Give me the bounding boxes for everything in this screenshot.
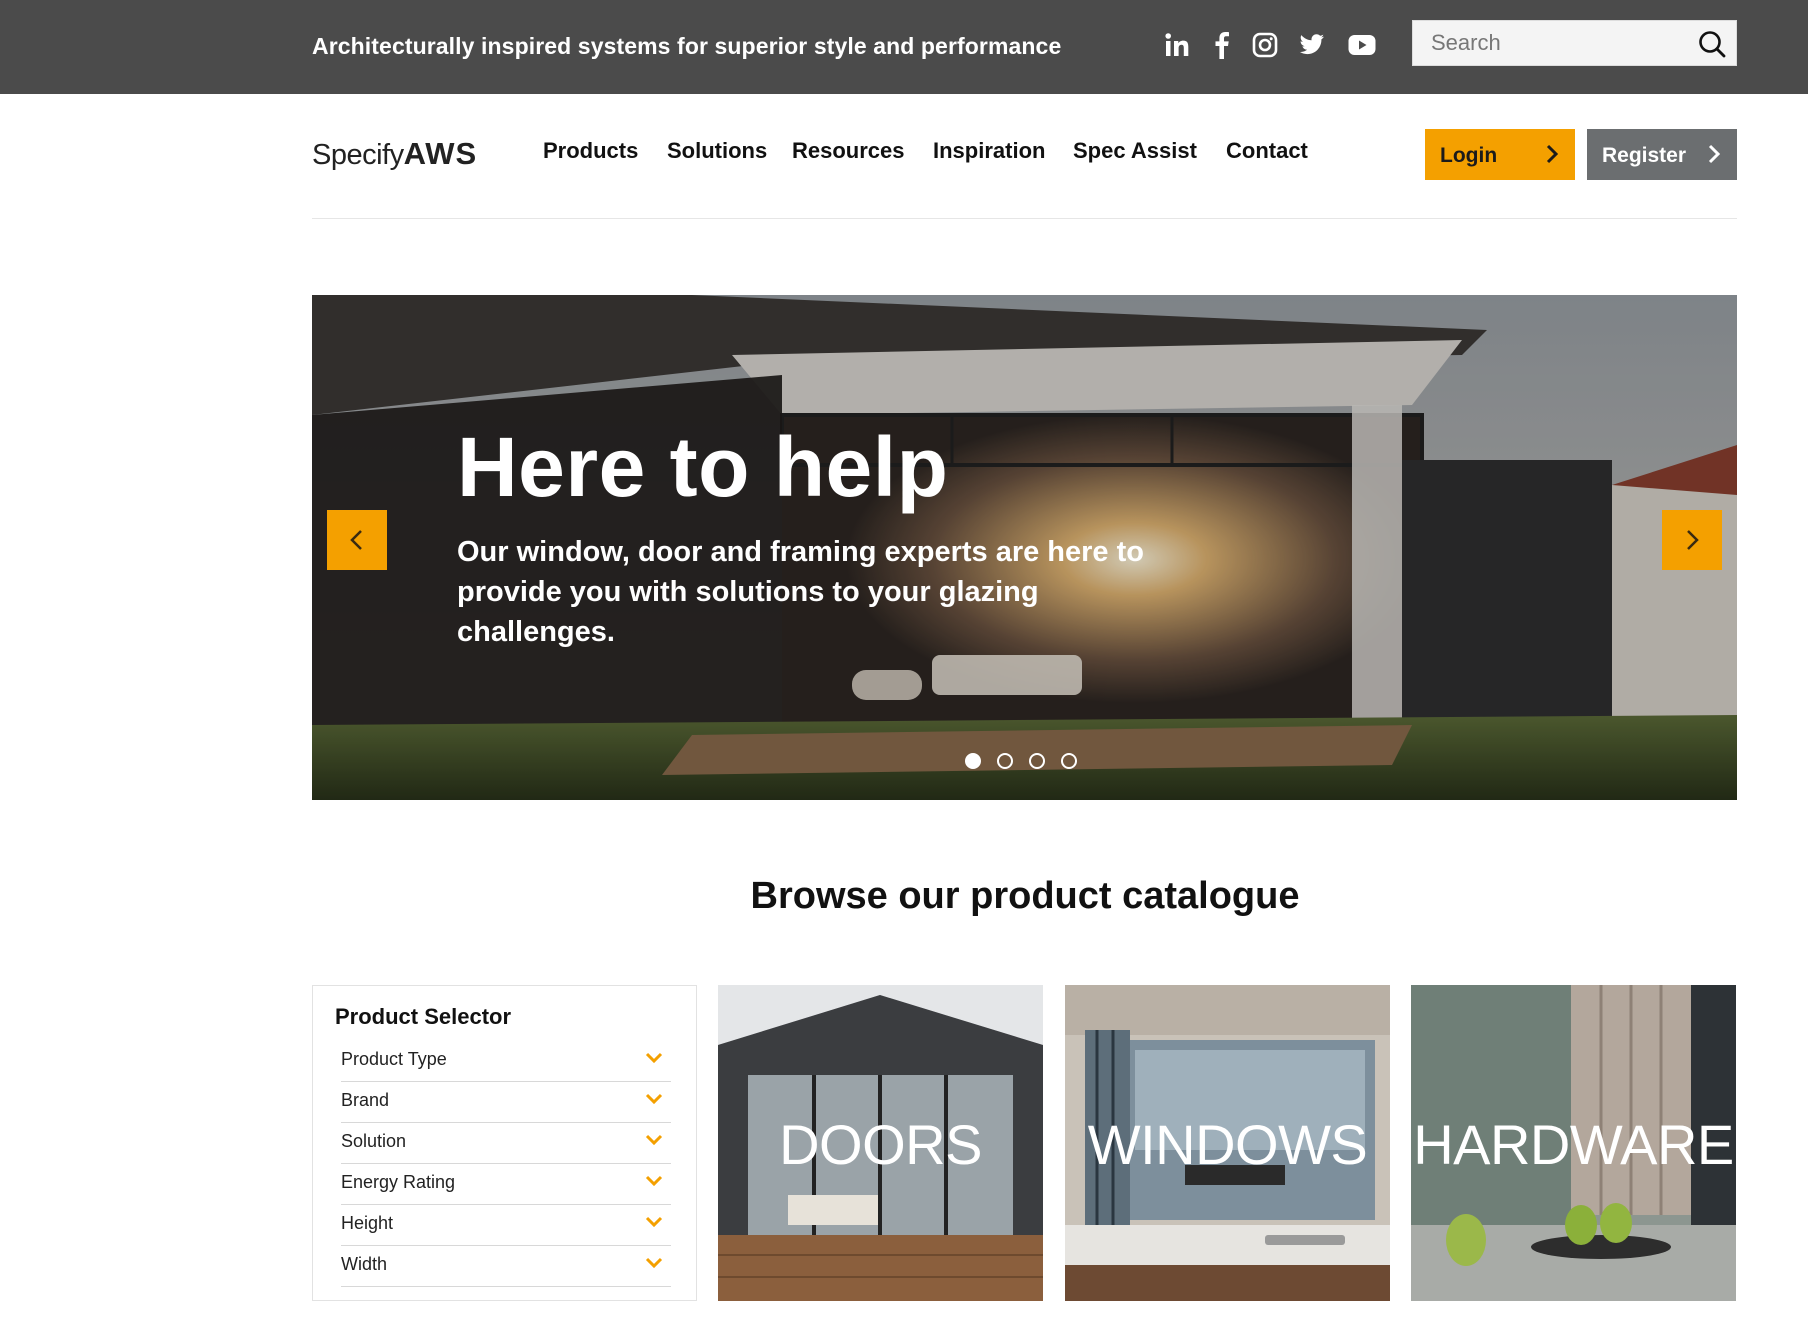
catalogue-title: Browse our product catalogue [750, 875, 1300, 917]
nav-solutions[interactable]: Solutions [667, 138, 767, 164]
filter-energy-rating[interactable]: Energy Rating [341, 1164, 671, 1205]
search-input[interactable] [1413, 21, 1683, 65]
hero-title: Here to help [457, 420, 949, 514]
category-tile-hardware[interactable]: HARDWARE [1411, 985, 1736, 1301]
filter-brand[interactable]: Brand [341, 1082, 671, 1123]
carousel-next-button[interactable] [1662, 510, 1722, 570]
search-box [1412, 20, 1737, 66]
chevron-down-icon [645, 1174, 663, 1192]
chevron-right-icon [1543, 143, 1561, 171]
tile-label-windows: WINDOWS [1087, 1113, 1368, 1176]
product-selector-title: Product Selector [335, 1004, 512, 1029]
tagline: Architecturally inspired systems for sup… [312, 33, 1062, 59]
login-button[interactable]: Login [1425, 129, 1575, 180]
tile-label-hardware: HARDWARE [1413, 1113, 1734, 1176]
chevron-down-icon [645, 1133, 663, 1151]
register-button[interactable]: Register [1587, 129, 1737, 180]
chevron-right-icon [1705, 143, 1723, 171]
category-tile-doors[interactable]: DOORS [718, 985, 1043, 1301]
logo-aws: AWS [403, 136, 478, 171]
filter-label: Height [341, 1213, 394, 1233]
chevron-down-icon [645, 1092, 663, 1110]
tile-label-doors: DOORS [779, 1113, 982, 1176]
header-divider [312, 218, 1737, 219]
chevron-down-icon [645, 1215, 663, 1233]
nav-spec-assist[interactable]: Spec Assist [1073, 138, 1197, 164]
nav-inspiration[interactable]: Inspiration [933, 138, 1045, 164]
chevron-right-icon [1687, 530, 1699, 550]
product-selector: Product Selector Product Type Brand Solu… [312, 985, 697, 1301]
chevron-left-icon [350, 530, 362, 550]
filter-label: Brand [341, 1090, 390, 1110]
filter-label: Width [341, 1254, 388, 1274]
nav-contact[interactable]: Contact [1226, 138, 1308, 164]
filter-label: Solution [341, 1131, 407, 1151]
chevron-down-icon [645, 1051, 663, 1069]
search-icon[interactable] [1696, 28, 1728, 60]
hero-carousel: Here to help Our window, door and framin… [312, 295, 1737, 800]
hero-subtitle: Our window, door and framing experts are… [457, 536, 1144, 648]
filter-product-type[interactable]: Product Type [341, 1041, 671, 1082]
carousel-dot-1[interactable] [965, 753, 981, 769]
logo-specify: Specify [312, 139, 404, 171]
nav-resources[interactable]: Resources [792, 138, 905, 164]
carousel-dot-3[interactable] [1029, 753, 1045, 769]
instagram-icon[interactable] [1248, 28, 1282, 62]
facebook-icon[interactable] [1204, 28, 1238, 62]
filter-label: Energy Rating [341, 1172, 456, 1192]
filter-width[interactable]: Width [341, 1246, 671, 1287]
chevron-down-icon [645, 1256, 663, 1274]
register-label: Register [1602, 144, 1687, 167]
site-logo[interactable]: SpecifyAWS [312, 136, 477, 172]
carousel-dots [965, 753, 1077, 769]
youtube-icon[interactable] [1345, 28, 1379, 62]
carousel-prev-button[interactable] [327, 510, 387, 570]
filter-solution[interactable]: Solution [341, 1123, 671, 1164]
login-label: Login [1440, 144, 1498, 167]
twitter-icon[interactable] [1295, 28, 1329, 62]
filter-height[interactable]: Height [341, 1205, 671, 1246]
top-bar: Architecturally inspired systems for sup… [0, 0, 1808, 94]
category-tile-windows[interactable]: WINDOWS [1065, 985, 1390, 1301]
carousel-dot-2[interactable] [997, 753, 1013, 769]
filter-label: Product Type [341, 1049, 447, 1069]
nav-products[interactable]: Products [543, 138, 638, 164]
carousel-dot-4[interactable] [1061, 753, 1077, 769]
linkedin-icon[interactable] [1160, 28, 1194, 62]
